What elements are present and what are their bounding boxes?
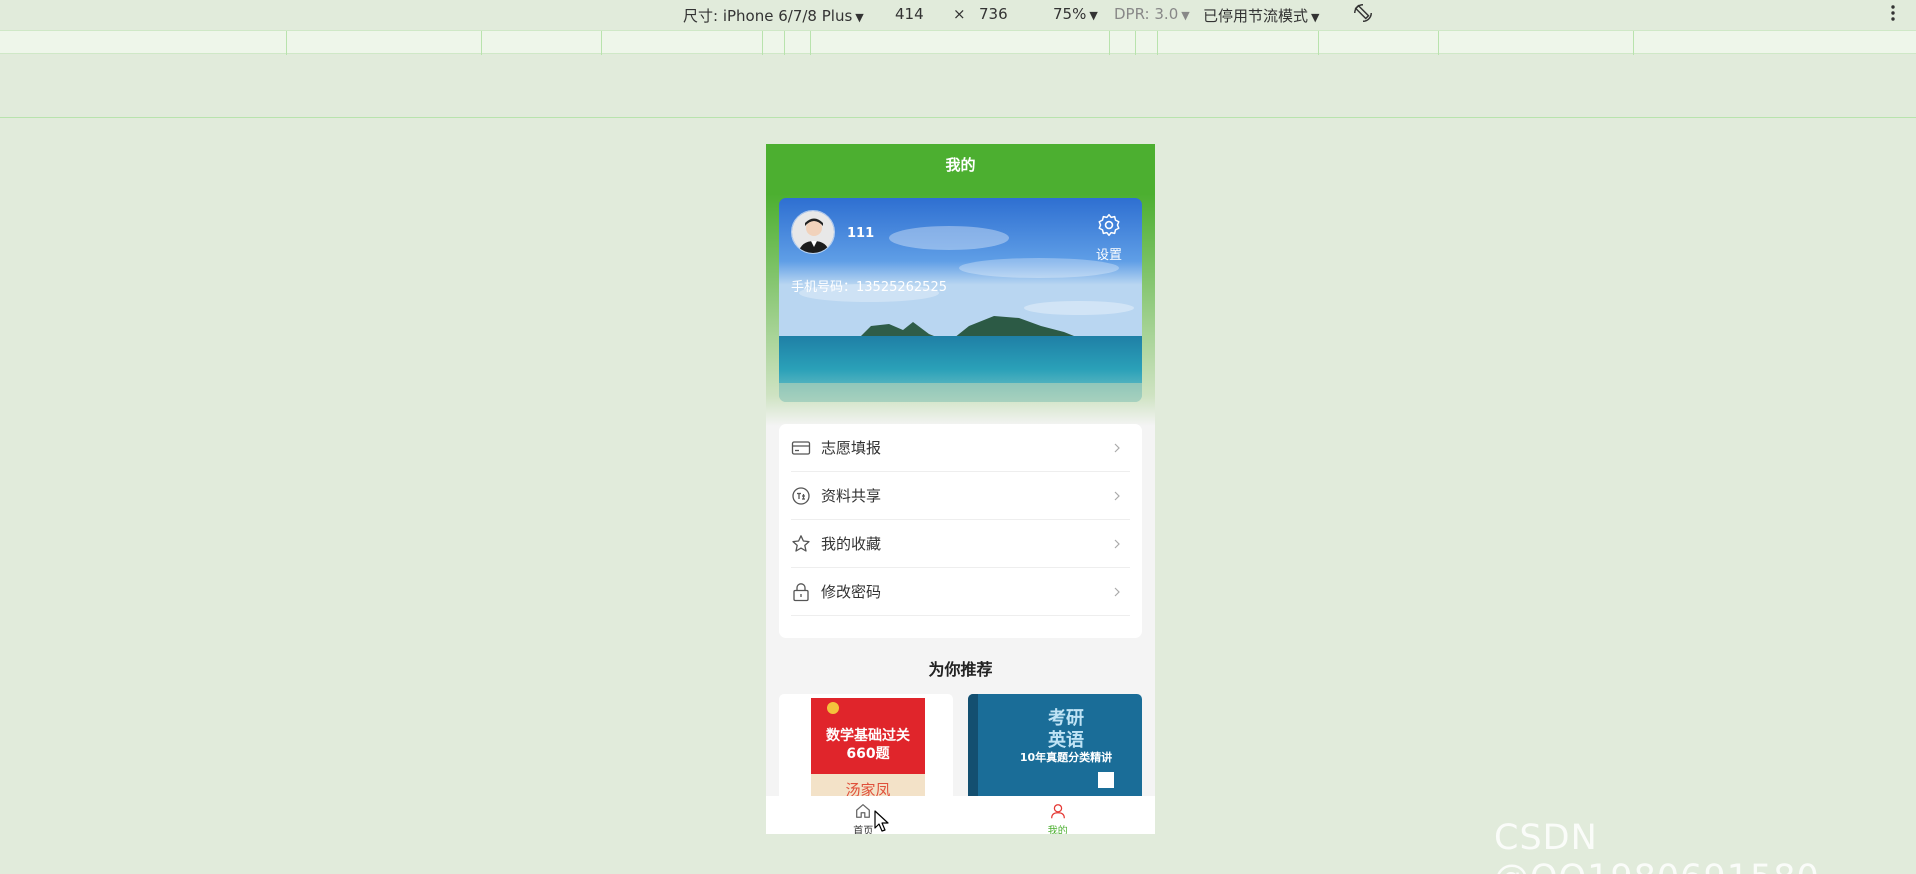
tab-home[interactable]: 首页 [766,796,961,834]
share-icon [792,486,810,505]
menu-item-label: 修改密码 [821,583,882,601]
star-icon [792,534,810,552]
width-input[interactable]: 414 [895,5,924,23]
chevron-right-icon [1114,539,1120,548]
menu-item-label: 志愿填报 [821,439,882,457]
device-toolbar: 尺寸: iPhone 6/7/8 Plus ▼ 414 × 736 75% ▼ DP… [0,0,1916,30]
chevron-right-icon [1114,587,1120,596]
book-title-line2: 660题 [846,746,890,762]
book-card[interactable]: 考研 英语 10年真题分类精讲 [968,694,1142,796]
tab-bar: 首页 我的 [766,796,1155,834]
username: 111 [847,226,875,241]
page-title: 我的 [766,144,1155,186]
home-icon [856,804,871,818]
settings-button[interactable]: 设置 [1092,212,1126,263]
user-icon [1050,804,1065,819]
gear-icon [1098,213,1120,237]
dpr-select[interactable]: DPR: 3.0 ▼ [1114,5,1190,23]
chevron-right-icon [1114,443,1120,452]
guide-line [0,117,1916,118]
menu-list: 志愿填报 资料共享 我的收藏 修改密码 [779,424,1142,638]
book-cover-english: 考研 英语 10年真题分类精讲 [968,694,1142,796]
lock-icon [793,582,809,601]
book-card[interactable]: 数学基础过关 660题 汤家凤 [779,694,953,796]
menu-item-favorites[interactable]: 我的收藏 [791,520,1130,568]
phone-number: 手机号码：13525262525 [791,280,947,295]
tab-mine-label: 我的 [1047,826,1068,834]
book-title-line2: 英语 [1047,729,1084,751]
profile-card: 111 设置 手机号码：13525262525 [779,198,1142,402]
book-title-line1: 考研 [1048,707,1084,729]
book-title-line1: 数学基础过关 [826,727,910,744]
chevron-right-icon [1114,491,1120,500]
book-cover-math: 数学基础过关 660题 汤家凤 [811,698,925,796]
phone-viewport: 我的 111 设置 手机号码：13525262525 志愿填报 资料共享 我的收… [766,144,1155,834]
mouse-cursor-icon [874,810,889,832]
dimension-separator: × [953,5,966,23]
throttle-select[interactable]: 已停用节流模式 ▼ [1203,5,1319,26]
book-subtitle: 10年真题分类精讲 [1020,750,1112,764]
menu-item-share[interactable]: 资料共享 [791,472,1130,520]
media-query-ruler [0,30,1916,55]
more-vertical-icon[interactable] [1890,4,1896,22]
settings-label: 设置 [1095,248,1122,263]
device-select[interactable]: 尺寸: iPhone 6/7/8 Plus ▼ [683,5,864,26]
menu-item-volunteer[interactable]: 志愿填报 [791,424,1130,472]
tab-home-label: 首页 [853,826,874,834]
menu-item-label: 我的收藏 [821,535,882,553]
avatar[interactable] [791,210,835,254]
zoom-select[interactable]: 75% ▼ [1053,5,1098,23]
recommend-title: 为你推荐 [928,660,993,679]
tab-mine[interactable]: 我的 [961,796,1156,834]
menu-item-label: 资料共享 [821,487,882,505]
height-input[interactable]: 736 [979,5,1008,23]
page-body: 111 设置 手机号码：13525262525 志愿填报 资料共享 我的收藏 修… [766,186,1155,796]
menu-item-change-password[interactable]: 修改密码 [791,568,1130,616]
book-author: 汤家凤 [845,781,890,796]
watermark: CSDN @QQ1980691580 [1494,818,1819,874]
card-icon [791,440,811,455]
rotate-icon[interactable] [1352,2,1374,24]
